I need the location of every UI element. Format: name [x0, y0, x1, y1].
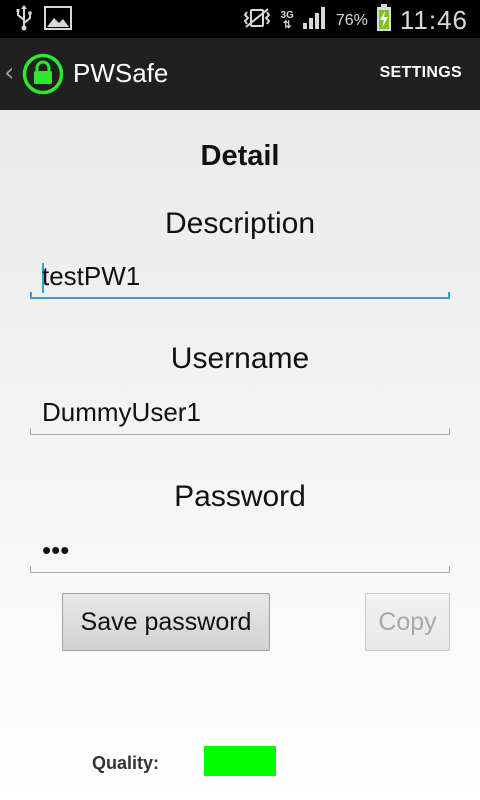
gallery-icon: [44, 6, 72, 35]
description-field[interactable]: testPW1: [30, 259, 450, 299]
vibrate-icon: [242, 7, 272, 34]
up-caret-icon[interactable]: ‹: [4, 58, 14, 88]
app-title: PWSafe: [73, 58, 169, 88]
username-label: Username: [170, 342, 310, 375]
username-field[interactable]: DummyUser1: [30, 395, 450, 435]
battery-charging-icon: [376, 4, 392, 37]
status-bar: 3G ⇅ 76% 11:46: [0, 0, 480, 38]
quality-indicator: [204, 746, 276, 776]
username-value: DummyUser1: [42, 397, 201, 427]
password-field[interactable]: •••: [30, 533, 450, 573]
description-value: testPW1: [42, 261, 141, 291]
settings-button[interactable]: SETTINGS: [380, 64, 462, 82]
signal-icon: [302, 6, 328, 35]
action-bar: ‹ PWSafe SETTINGS: [0, 38, 480, 110]
network-3g-icon: 3G ⇅: [280, 9, 294, 31]
copy-button[interactable]: Copy: [365, 593, 450, 651]
usb-icon: [16, 5, 32, 36]
page-title: Detail: [200, 140, 280, 172]
quality-label: Quality:: [92, 753, 160, 773]
password-value: •••: [42, 535, 70, 565]
save-password-button[interactable]: Save password: [62, 593, 270, 651]
description-label: Description: [164, 207, 316, 240]
status-clock: 11:46: [399, 5, 468, 35]
password-label: Password: [174, 480, 306, 513]
status-bar-notifications: [16, 5, 72, 36]
battery-percent: 76%: [335, 11, 368, 29]
lock-icon[interactable]: [22, 53, 64, 95]
status-bar-system: 3G ⇅ 76% 11:46: [242, 4, 468, 37]
